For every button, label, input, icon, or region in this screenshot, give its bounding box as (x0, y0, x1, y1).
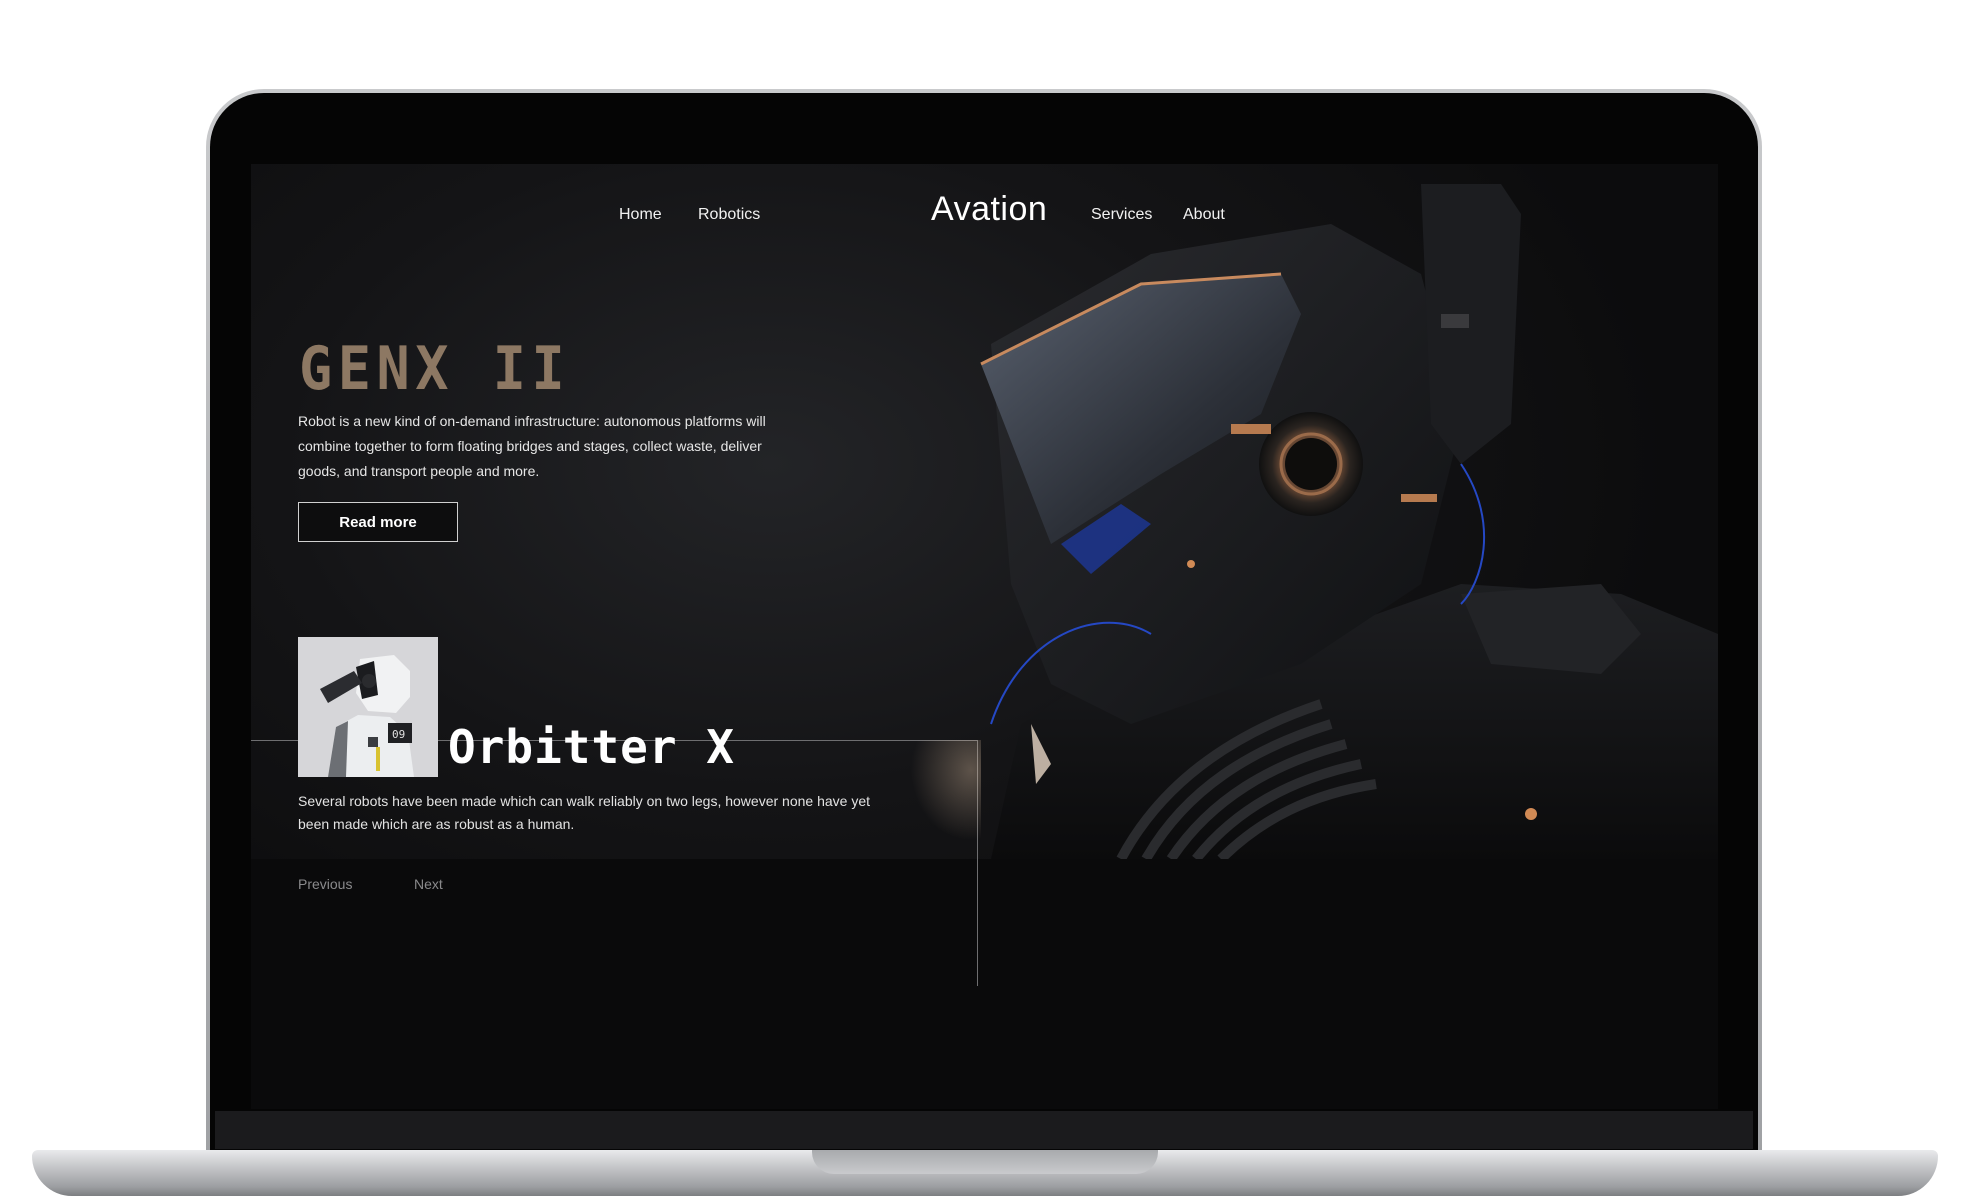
website-screen: Home Robotics Avation Services About GEN… (251, 164, 1718, 1109)
light-glow (891, 740, 981, 850)
screen-chin (215, 1111, 1753, 1149)
nav-link-home[interactable]: Home (619, 206, 662, 224)
hero-title: GENX II (299, 334, 571, 404)
orbitter-thumbnail[interactable]: 09 (298, 637, 438, 777)
previous-button[interactable]: Previous (298, 876, 352, 892)
nav-link-services[interactable]: Services (1091, 206, 1152, 224)
main-navigation: Home Robotics Avation Services About (251, 186, 1718, 236)
laptop-mockup: Home Robotics Avation Services About GEN… (0, 0, 1968, 1198)
nav-link-about[interactable]: About (1183, 206, 1225, 224)
lower-background (251, 859, 1718, 1109)
card-description: Several robots have been made which can … (298, 793, 870, 832)
nav-link-robotics[interactable]: Robotics (698, 206, 760, 224)
read-more-button[interactable]: Read more (298, 502, 458, 542)
hero-description: Robot is a new kind of on-demand infrast… (298, 413, 766, 479)
brand-logo[interactable]: Avation (931, 190, 1047, 229)
laptop-hinge-notch (812, 1150, 1158, 1174)
robot-hero-image (901, 164, 1718, 859)
thumbnail-badge-number: 09 (392, 728, 405, 741)
next-button[interactable]: Next (414, 876, 443, 892)
card-title: Orbitter X (448, 720, 735, 774)
